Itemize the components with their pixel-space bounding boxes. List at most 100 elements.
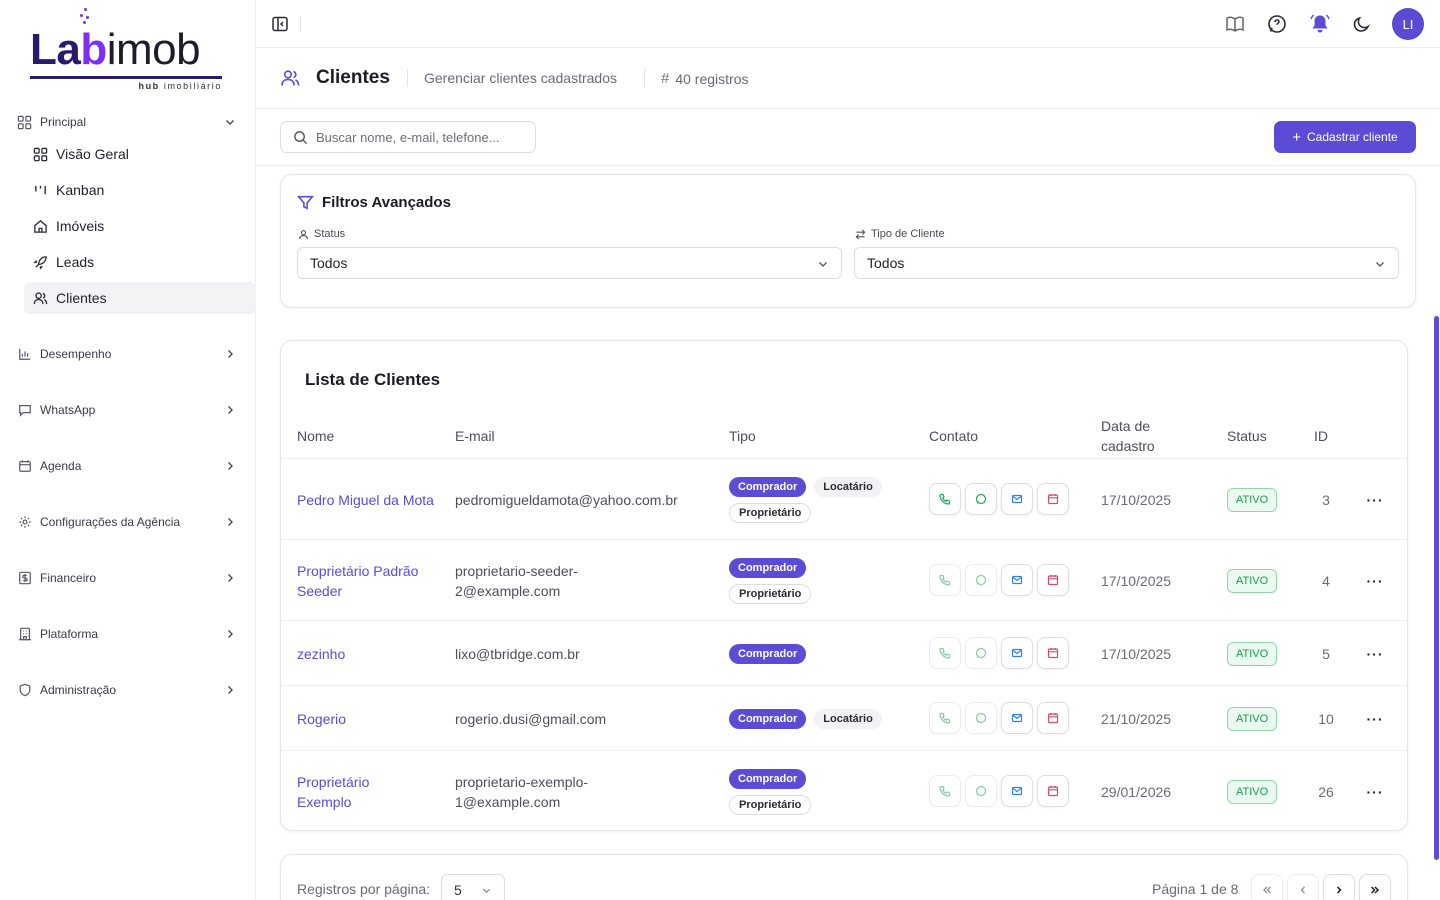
nav-group-principal[interactable]: Principal [0,104,256,140]
call-button[interactable] [929,775,961,807]
status-filter-select[interactable]: Todos [297,247,842,279]
toolbar: + Cadastrar cliente [256,109,1440,166]
status-cell: ATIVO [1227,459,1278,540]
status-badge: ATIVO [1227,779,1278,804]
tipo-filter-select[interactable]: Todos [854,247,1399,279]
whatsapp-button[interactable] [965,483,997,515]
type-badge-locatario: Locatário [814,708,882,729]
nav-group-administracao[interactable]: Administração [0,672,256,708]
search-input[interactable] [316,129,516,145]
whatsapp-button[interactable] [965,637,997,669]
column-header-id[interactable]: ID [1314,413,1328,459]
nav-group-plataforma[interactable]: Plataforma [0,616,256,652]
mail-icon [1011,786,1023,796]
schedule-button[interactable] [1037,702,1069,734]
column-header-email[interactable]: E-mail [455,413,495,459]
chevron-down-icon [819,262,827,267]
per-page-select[interactable]: 5 [441,874,505,900]
sidebar-item-imoveis[interactable]: Imóveis [24,210,256,242]
whatsapp-button[interactable] [965,702,997,734]
schedule-button[interactable] [1037,483,1069,515]
calendar-icon [1047,786,1059,797]
column-header-contato[interactable]: Contato [929,413,978,459]
page-info: Página 1 de 8 [1152,881,1239,897]
book-icon[interactable] [1224,13,1246,35]
search-box[interactable] [280,121,536,153]
client-name-link[interactable]: Proprietário Exemplo [297,751,407,830]
client-name-link[interactable]: zezinho [297,621,437,686]
scrollbar-thumb[interactable] [1434,316,1439,860]
calendar-icon [1047,713,1059,724]
table-row[interactable]: Pedro Miguel da Mota pedromigueldamota@y… [281,459,1407,540]
sidebar-toggle-icon[interactable] [270,14,290,34]
call-button[interactable] [929,483,961,515]
client-name-link[interactable]: Rogerio [297,686,437,751]
column-header-nome[interactable]: Nome [297,413,334,459]
email-button[interactable] [1001,775,1033,807]
chevron-down-icon [1376,262,1384,267]
labimob-logo[interactable]: Labimob hub imobiliário [30,8,226,94]
email-button[interactable] [1001,637,1033,669]
moon-icon[interactable] [1351,13,1373,35]
scrollbar[interactable] [1432,166,1440,900]
nav-group-agenda[interactable]: Agenda [0,448,256,484]
chevron-right-icon [228,350,233,358]
add-client-button[interactable]: + Cadastrar cliente [1274,121,1416,153]
table-row[interactable]: Proprietário Padrão Seeder proprietario-… [281,540,1407,621]
whatsapp-button[interactable] [965,564,997,596]
more-icon: ··· [1366,572,1384,589]
schedule-button[interactable] [1037,637,1069,669]
nav-group-configuracoes[interactable]: Configurações da Agência [0,504,256,540]
call-button[interactable] [929,637,961,669]
advanced-filters-card: Filtros Avançados Status Todos Tipo de C… [280,174,1416,308]
table-row[interactable]: zezinho lixo@tbridge.com.br Comprador 17… [281,621,1407,686]
client-email: rogerio.dusi@gmail.com [455,710,607,727]
column-header-status[interactable]: Status [1227,413,1267,459]
filters-title-text: Filtros Avançados [322,194,451,211]
row-menu-button[interactable]: ··· [1365,751,1385,830]
user-avatar[interactable]: LI [1392,8,1424,40]
nav-group-label: Principal [40,115,87,129]
client-name-link[interactable]: Proprietário Padrão Seeder [297,540,437,621]
row-menu-button[interactable]: ··· [1365,621,1385,686]
call-button[interactable] [929,564,961,596]
row-menu-button[interactable]: ··· [1365,540,1385,621]
nav-group-label: WhatsApp [40,403,96,417]
client-types: Comprador Proprietário [729,751,829,830]
help-chat-icon[interactable] [1266,13,1288,35]
first-page-button[interactable] [1251,874,1283,900]
chevron-right-icon [228,518,233,526]
status-badge: ATIVO [1227,641,1278,666]
table-row[interactable]: Proprietário Exemplo proprietario-exempl… [281,751,1407,830]
call-button[interactable] [929,702,961,734]
divider [300,16,301,32]
email-button[interactable] [1001,702,1033,734]
email-button[interactable] [1001,564,1033,596]
shield-icon [17,683,32,698]
client-name-link[interactable]: Pedro Miguel da Mota [297,459,437,540]
previous-page-button[interactable] [1287,874,1319,900]
schedule-button[interactable] [1037,564,1069,596]
sidebar-item-kanban[interactable]: Kanban [24,174,256,206]
whatsapp-button[interactable] [965,775,997,807]
column-header-tipo[interactable]: Tipo [729,413,756,459]
sidebar-item-leads[interactable]: Leads [24,246,256,278]
row-menu-button[interactable]: ··· [1365,459,1385,540]
last-page-button[interactable] [1359,874,1391,900]
next-page-button[interactable] [1323,874,1355,900]
sidebar-item-visao-geral[interactable]: Visão Geral [24,138,256,170]
sidebar-item-clientes[interactable]: Clientes [24,282,256,314]
email-button[interactable] [1001,483,1033,515]
column-header-data-cadastro[interactable]: Data de cadastro [1101,413,1191,459]
nav-group-financeiro[interactable]: Financeiro [0,560,256,596]
row-menu-button[interactable]: ··· [1365,686,1385,751]
per-page-value: 5 [454,882,462,898]
user-icon [299,229,308,239]
table-row[interactable]: Rogerio rogerio.dusi@gmail.com Comprador… [281,686,1407,751]
type-badge-proprietario: Proprietário [729,583,812,604]
nav-group-whatsapp[interactable]: WhatsApp [0,392,256,428]
nav-group-desempenho[interactable]: Desempenho [0,336,256,372]
bell-icon[interactable] [1309,13,1331,35]
schedule-button[interactable] [1037,775,1069,807]
sidebar: Labimob hub imobiliário Principal Visão … [0,0,256,900]
